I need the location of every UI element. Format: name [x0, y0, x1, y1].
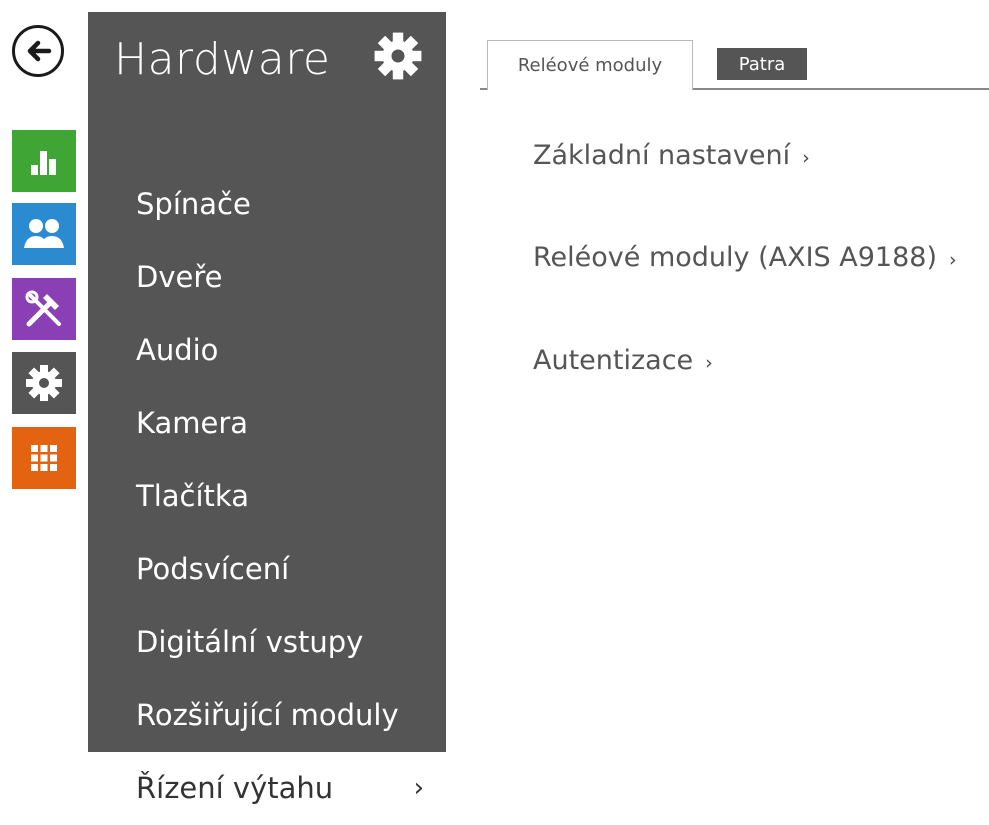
tab-releove-moduly[interactable]: Reléové moduly	[487, 40, 693, 90]
sidebar-item-label: Podsvícení	[136, 552, 290, 586]
link-label: Autentizace	[533, 345, 694, 376]
sidebar-item-label: Řízení výtahu	[136, 771, 334, 805]
bar-chart-icon	[31, 151, 56, 175]
link-label: Reléové moduly (AXIS A9188)	[533, 242, 937, 273]
app-icon-rail	[0, 0, 88, 813]
chevron-right-icon: ›	[705, 352, 713, 374]
sidebar-item-label: Digitální vstupy	[136, 625, 364, 659]
gear-icon	[374, 32, 422, 80]
chevron-right-icon: ›	[949, 249, 957, 271]
chevron-right-icon: ›	[802, 147, 810, 169]
status-nav-button[interactable]	[12, 130, 76, 192]
tab-patra[interactable]: Patra	[717, 48, 807, 80]
sidebar-item-audio[interactable]: Audio	[88, 314, 446, 387]
sidebar-item-dvere[interactable]: Dveře	[88, 241, 446, 314]
sidebar-item-spinace[interactable]: Spínače	[88, 168, 446, 241]
users-icon	[24, 219, 64, 248]
sidebar-item-label: Spínače	[136, 187, 251, 221]
system-nav-button[interactable]	[12, 427, 76, 489]
sidebar-item-podsviceni[interactable]: Podsvícení	[88, 533, 446, 606]
sidebar-title: Hardware	[114, 34, 331, 85]
sidebar-item-tlacitka[interactable]: Tlačítka	[88, 460, 446, 533]
sidebar-item-kamera[interactable]: Kamera	[88, 387, 446, 460]
link-releove-moduly-axis[interactable]: Reléové moduly (AXIS A9188) ›	[533, 242, 957, 273]
sidebar-item-label: Rozšiřující moduly	[136, 698, 399, 732]
grid-icon	[31, 445, 57, 471]
link-autentizace[interactable]: Autentizace ›	[533, 345, 713, 376]
sidebar-item-label: Dveře	[136, 260, 223, 294]
directory-nav-button[interactable]	[12, 203, 76, 265]
chevron-right-icon: ›	[413, 773, 424, 803]
sidebar-item-rozsirujici-moduly[interactable]: Rozšiřující moduly	[88, 679, 446, 752]
hardware-sidebar: Hardware Spínače Dveře Audio Kamera Tlač…	[88, 12, 446, 825]
gear-icon	[26, 365, 62, 401]
sidebar-item-label: Kamera	[136, 406, 249, 440]
hardware-nav-button[interactable]	[12, 352, 76, 414]
sidebar-item-digitalni-vstupy[interactable]: Digitální vstupy	[88, 606, 446, 679]
sidebar-item-label: Audio	[136, 333, 219, 367]
back-arrow-icon	[27, 40, 52, 62]
link-zakladni-nastaveni[interactable]: Základní nastavení ›	[533, 140, 810, 171]
services-nav-button[interactable]	[12, 278, 76, 340]
back-button[interactable]	[12, 25, 64, 77]
sidebar-menu: Spínače Dveře Audio Kamera Tlačítka Pods…	[88, 168, 446, 825]
tools-icon	[25, 290, 61, 327]
sidebar-item-rizeni-vytahu[interactable]: Řízení výtahu ›	[88, 752, 446, 825]
link-label: Základní nastavení	[533, 140, 791, 171]
sidebar-item-label: Tlačítka	[136, 479, 249, 513]
